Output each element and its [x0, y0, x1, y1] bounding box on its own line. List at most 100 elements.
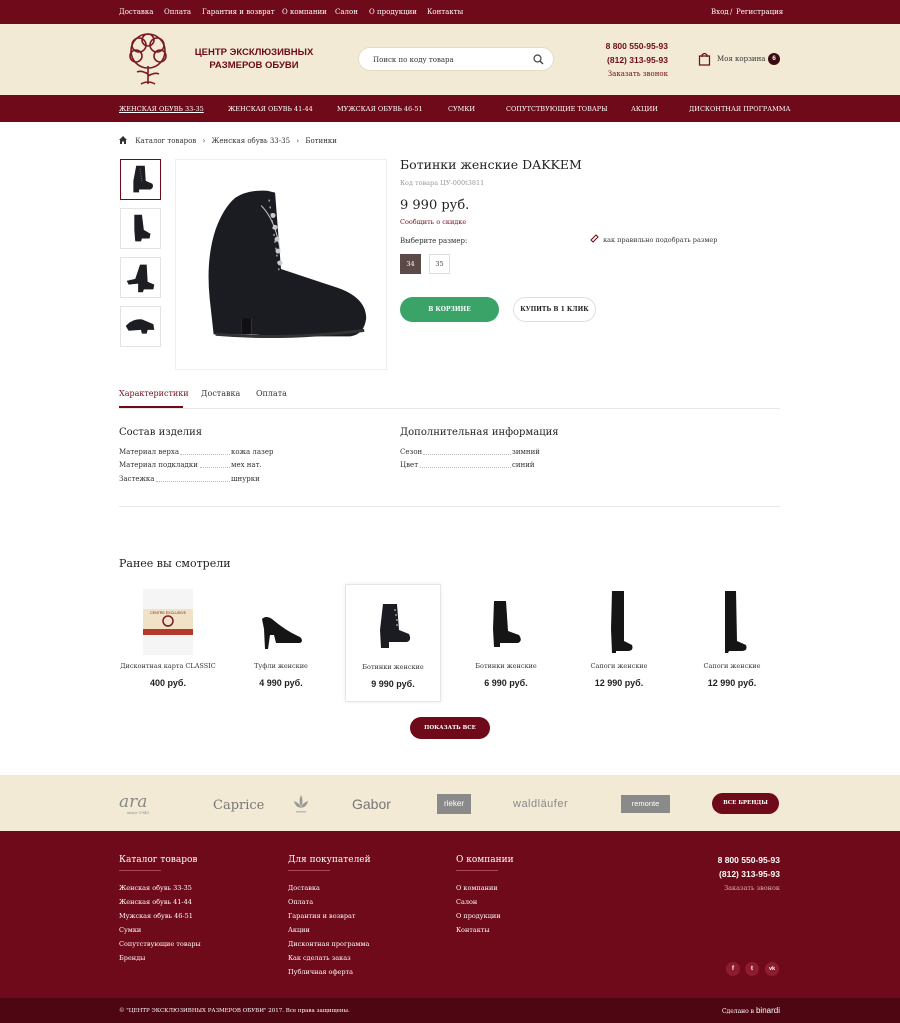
footer-title-underline	[119, 870, 161, 871]
breadcrumb-separator: ›	[296, 137, 300, 145]
logo-line-1: ЦЕНТР ЭКСКЛЮЗИВНЫХ	[194, 47, 314, 58]
product-card[interactable]: Ботинки женские 6 990 руб.	[458, 584, 554, 702]
breadcrumb-item-women[interactable]: Женская обувь 33-35	[212, 137, 291, 145]
top-link-delivery[interactable]: Доставка	[119, 8, 153, 16]
product-thumbnail-4[interactable]	[120, 306, 161, 347]
top-link-about[interactable]: О компании	[282, 8, 327, 16]
size-option-35[interactable]: 35	[429, 254, 450, 274]
header-phone-1[interactable]: 8 800 550-95-93	[588, 41, 668, 51]
search-input[interactable]: Поиск по коду товара	[358, 47, 554, 71]
product-thumbnail-2[interactable]	[120, 208, 161, 249]
footer-link[interactable]: Салон	[456, 898, 477, 906]
boot-image	[134, 214, 151, 242]
nav-item-discount-program[interactable]: ДИСКОНТНАЯ ПРОГРАММА	[689, 105, 790, 113]
brand-logo-leaf-icon[interactable]	[291, 793, 311, 815]
tab-delivery[interactable]: Доставка	[201, 389, 240, 398]
brand-logo-gabor[interactable]: Gabor	[352, 796, 391, 812]
composition-title: Состав изделия	[119, 427, 203, 438]
footer-link[interactable]: Сопутствующие товары	[119, 940, 201, 948]
footer-link[interactable]: Гарантия и возврат	[288, 912, 355, 920]
footer-link[interactable]: Как сделать заказ	[288, 954, 351, 962]
buy-one-click-button[interactable]: КУПИТЬ В 1 КЛИК	[513, 297, 596, 322]
top-link-warranty[interactable]: Гарантия и возврат	[202, 8, 275, 16]
product-card[interactable]: Туфли женские 4 990 руб.	[233, 584, 329, 702]
product-thumbnail-1[interactable]	[120, 159, 161, 200]
header-phone-2[interactable]: (812) 313-95-93	[588, 55, 668, 65]
footer-link[interactable]: Женская обувь 41-44	[119, 898, 192, 906]
product-card-price: 9 990 руб.	[371, 679, 415, 689]
cart-label[interactable]: Моя корзина	[717, 55, 765, 63]
product-main-image[interactable]	[175, 159, 387, 370]
made-by-credit[interactable]: Сделано в binardi	[700, 1006, 780, 1015]
size-guide-link[interactable]: как правильно подобрать размер	[590, 234, 717, 244]
logo-text[interactable]: ЦЕНТР ЭКСКЛЮЗИВНЫХ РАЗМЕРОВ ОБУВИ	[186, 46, 322, 72]
top-link-contacts[interactable]: Контакты	[427, 8, 463, 16]
tab-payment[interactable]: Оплата	[256, 389, 287, 398]
footer-link[interactable]: Публичная оферта	[288, 968, 353, 976]
facebook-icon[interactable]: f	[726, 962, 740, 976]
brand-logo-waldlaufer[interactable]: waldläufer	[513, 798, 568, 810]
product-card-name: Дисконтная карта CLASSIC	[120, 662, 216, 670]
vk-icon[interactable]: vk	[765, 962, 779, 976]
top-link-products[interactable]: О продукции	[369, 8, 417, 16]
footer-link[interactable]: Женская обувь 33-35	[119, 884, 192, 892]
footer-link[interactable]: Дисконтная программа	[288, 940, 369, 948]
tab-characteristics[interactable]: Характеристики	[119, 389, 189, 398]
footer-title-underline	[456, 870, 498, 871]
cart-count-badge: 6	[768, 53, 780, 65]
nav-item-sales[interactable]: АКЦИИ	[631, 105, 658, 113]
footer-link[interactable]: О продукции	[456, 912, 501, 920]
brand-logo-rieker[interactable]: rieker	[437, 794, 471, 814]
top-bar: Доставка Оплата Гарантия и возврат О ком…	[0, 0, 900, 24]
size-label: Выберите размер:	[400, 237, 468, 245]
product-card[interactable]: Сапоги женские 12 990 руб.	[684, 584, 780, 702]
product-card[interactable]: Ботинки женские 9 990 руб.	[345, 584, 441, 702]
product-card[interactable]: CENTRE EXCLUSIVE Дисконтная карта CLASSI…	[120, 584, 216, 702]
footer-phone-1[interactable]: 8 800 550-95-93	[690, 855, 780, 865]
nav-item-women-41-44[interactable]: ЖЕНСКАЯ ОБУВЬ 41-44	[228, 105, 313, 113]
product-code: Код товара ЦУ-000t3811	[400, 179, 485, 187]
twitter-icon[interactable]: t	[745, 962, 759, 976]
nav-item-women-33-35[interactable]: ЖЕНСКАЯ ОБУВЬ 33-35	[119, 105, 204, 113]
top-link-payment[interactable]: Оплата	[164, 8, 191, 16]
prop-key: Материал подкладки	[119, 461, 198, 469]
boot-image	[208, 190, 367, 339]
boot-image	[125, 319, 155, 334]
nav-item-bags[interactable]: СУМКИ	[448, 105, 475, 113]
register-link[interactable]: Регистрация	[736, 8, 783, 16]
in-cart-button[interactable]: В КОРЗИНЕ	[400, 297, 499, 322]
footer-link[interactable]: О компании	[456, 884, 498, 892]
brand-logo-remonte[interactable]: remonte	[621, 795, 670, 813]
login-link[interactable]: Вход	[711, 8, 729, 16]
product-card[interactable]: Сапоги женские 12 990 руб.	[571, 584, 667, 702]
extra-info-title: Дополнительная информация	[400, 427, 559, 438]
top-link-salon[interactable]: Салон	[335, 8, 358, 16]
footer-phone-2[interactable]: (812) 313-95-93	[690, 869, 780, 879]
nav-item-men-46-51[interactable]: МУЖСКАЯ ОБУВЬ 46-51	[337, 105, 423, 113]
footer-link[interactable]: Мужская обувь 46-51	[119, 912, 193, 920]
footer-link[interactable]: Доставка	[288, 884, 320, 892]
footer-link[interactable]: Оплата	[288, 898, 313, 906]
breadcrumb-item-catalog[interactable]: Каталог товаров	[135, 137, 196, 145]
brand-logo-ara[interactable]: ara	[119, 792, 147, 812]
footer-link[interactable]: Бренды	[119, 954, 145, 962]
show-all-button[interactable]: ПОКАЗАТЬ ВСЕ	[410, 717, 490, 739]
nav-item-accessories[interactable]: СОПУТСТВУЮЩИЕ ТОВАРЫ	[506, 105, 608, 113]
size-option-34[interactable]: 34	[400, 254, 421, 274]
brand-logo-caprice[interactable]: Caprice	[213, 798, 264, 813]
home-icon[interactable]	[119, 136, 127, 144]
footer-link[interactable]: Контакты	[456, 926, 490, 934]
report-discount-link[interactable]: Сообщить о скидке	[400, 218, 466, 226]
shopping-bag-icon[interactable]	[698, 52, 711, 66]
header-callback-link[interactable]: Заказать звонок	[588, 70, 668, 78]
dotted-leader	[200, 467, 230, 468]
footer-link[interactable]: Акции	[288, 926, 310, 934]
logo-tree-icon[interactable]	[119, 30, 177, 88]
footer-link[interactable]: Сумки	[119, 926, 141, 934]
footer-company-title: О компании	[456, 855, 514, 865]
footer-callback-link[interactable]: Заказать звонок	[690, 884, 780, 892]
product-thumbnail-3[interactable]	[120, 257, 161, 298]
tabs-divider	[119, 408, 780, 409]
all-brands-button[interactable]: ВСЕ БРЕНДЫ	[712, 793, 779, 814]
search-icon[interactable]	[533, 54, 544, 65]
